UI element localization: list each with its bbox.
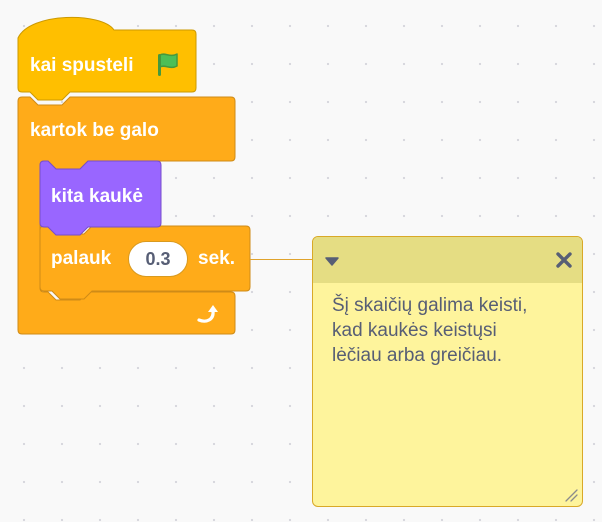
resize-grip-icon[interactable] bbox=[564, 488, 578, 502]
wait-unit-label: sek. bbox=[198, 248, 235, 269]
loop-arrow-icon bbox=[197, 305, 218, 323]
wait-seconds-input[interactable]: 0.3 bbox=[128, 241, 188, 277]
forever-block-label: kartok be galo bbox=[30, 120, 159, 141]
comment-text[interactable]: Šį skaičių galima keisti, kad kaukės kei… bbox=[332, 293, 570, 368]
comment-header[interactable] bbox=[313, 237, 582, 283]
hat-block-label: kai spusteli bbox=[30, 55, 134, 76]
workspace-comment[interactable]: Šį skaičių galima keisti, kad kaukės kei… bbox=[312, 236, 583, 507]
wait-block-label: palauk bbox=[51, 248, 112, 269]
green-flag-icon bbox=[158, 53, 178, 76]
close-x-icon[interactable] bbox=[554, 250, 574, 270]
triangle-down-icon[interactable] bbox=[323, 254, 341, 268]
next-costume-label: kita kaukė bbox=[51, 186, 143, 207]
comment-connector-line bbox=[250, 259, 314, 260]
